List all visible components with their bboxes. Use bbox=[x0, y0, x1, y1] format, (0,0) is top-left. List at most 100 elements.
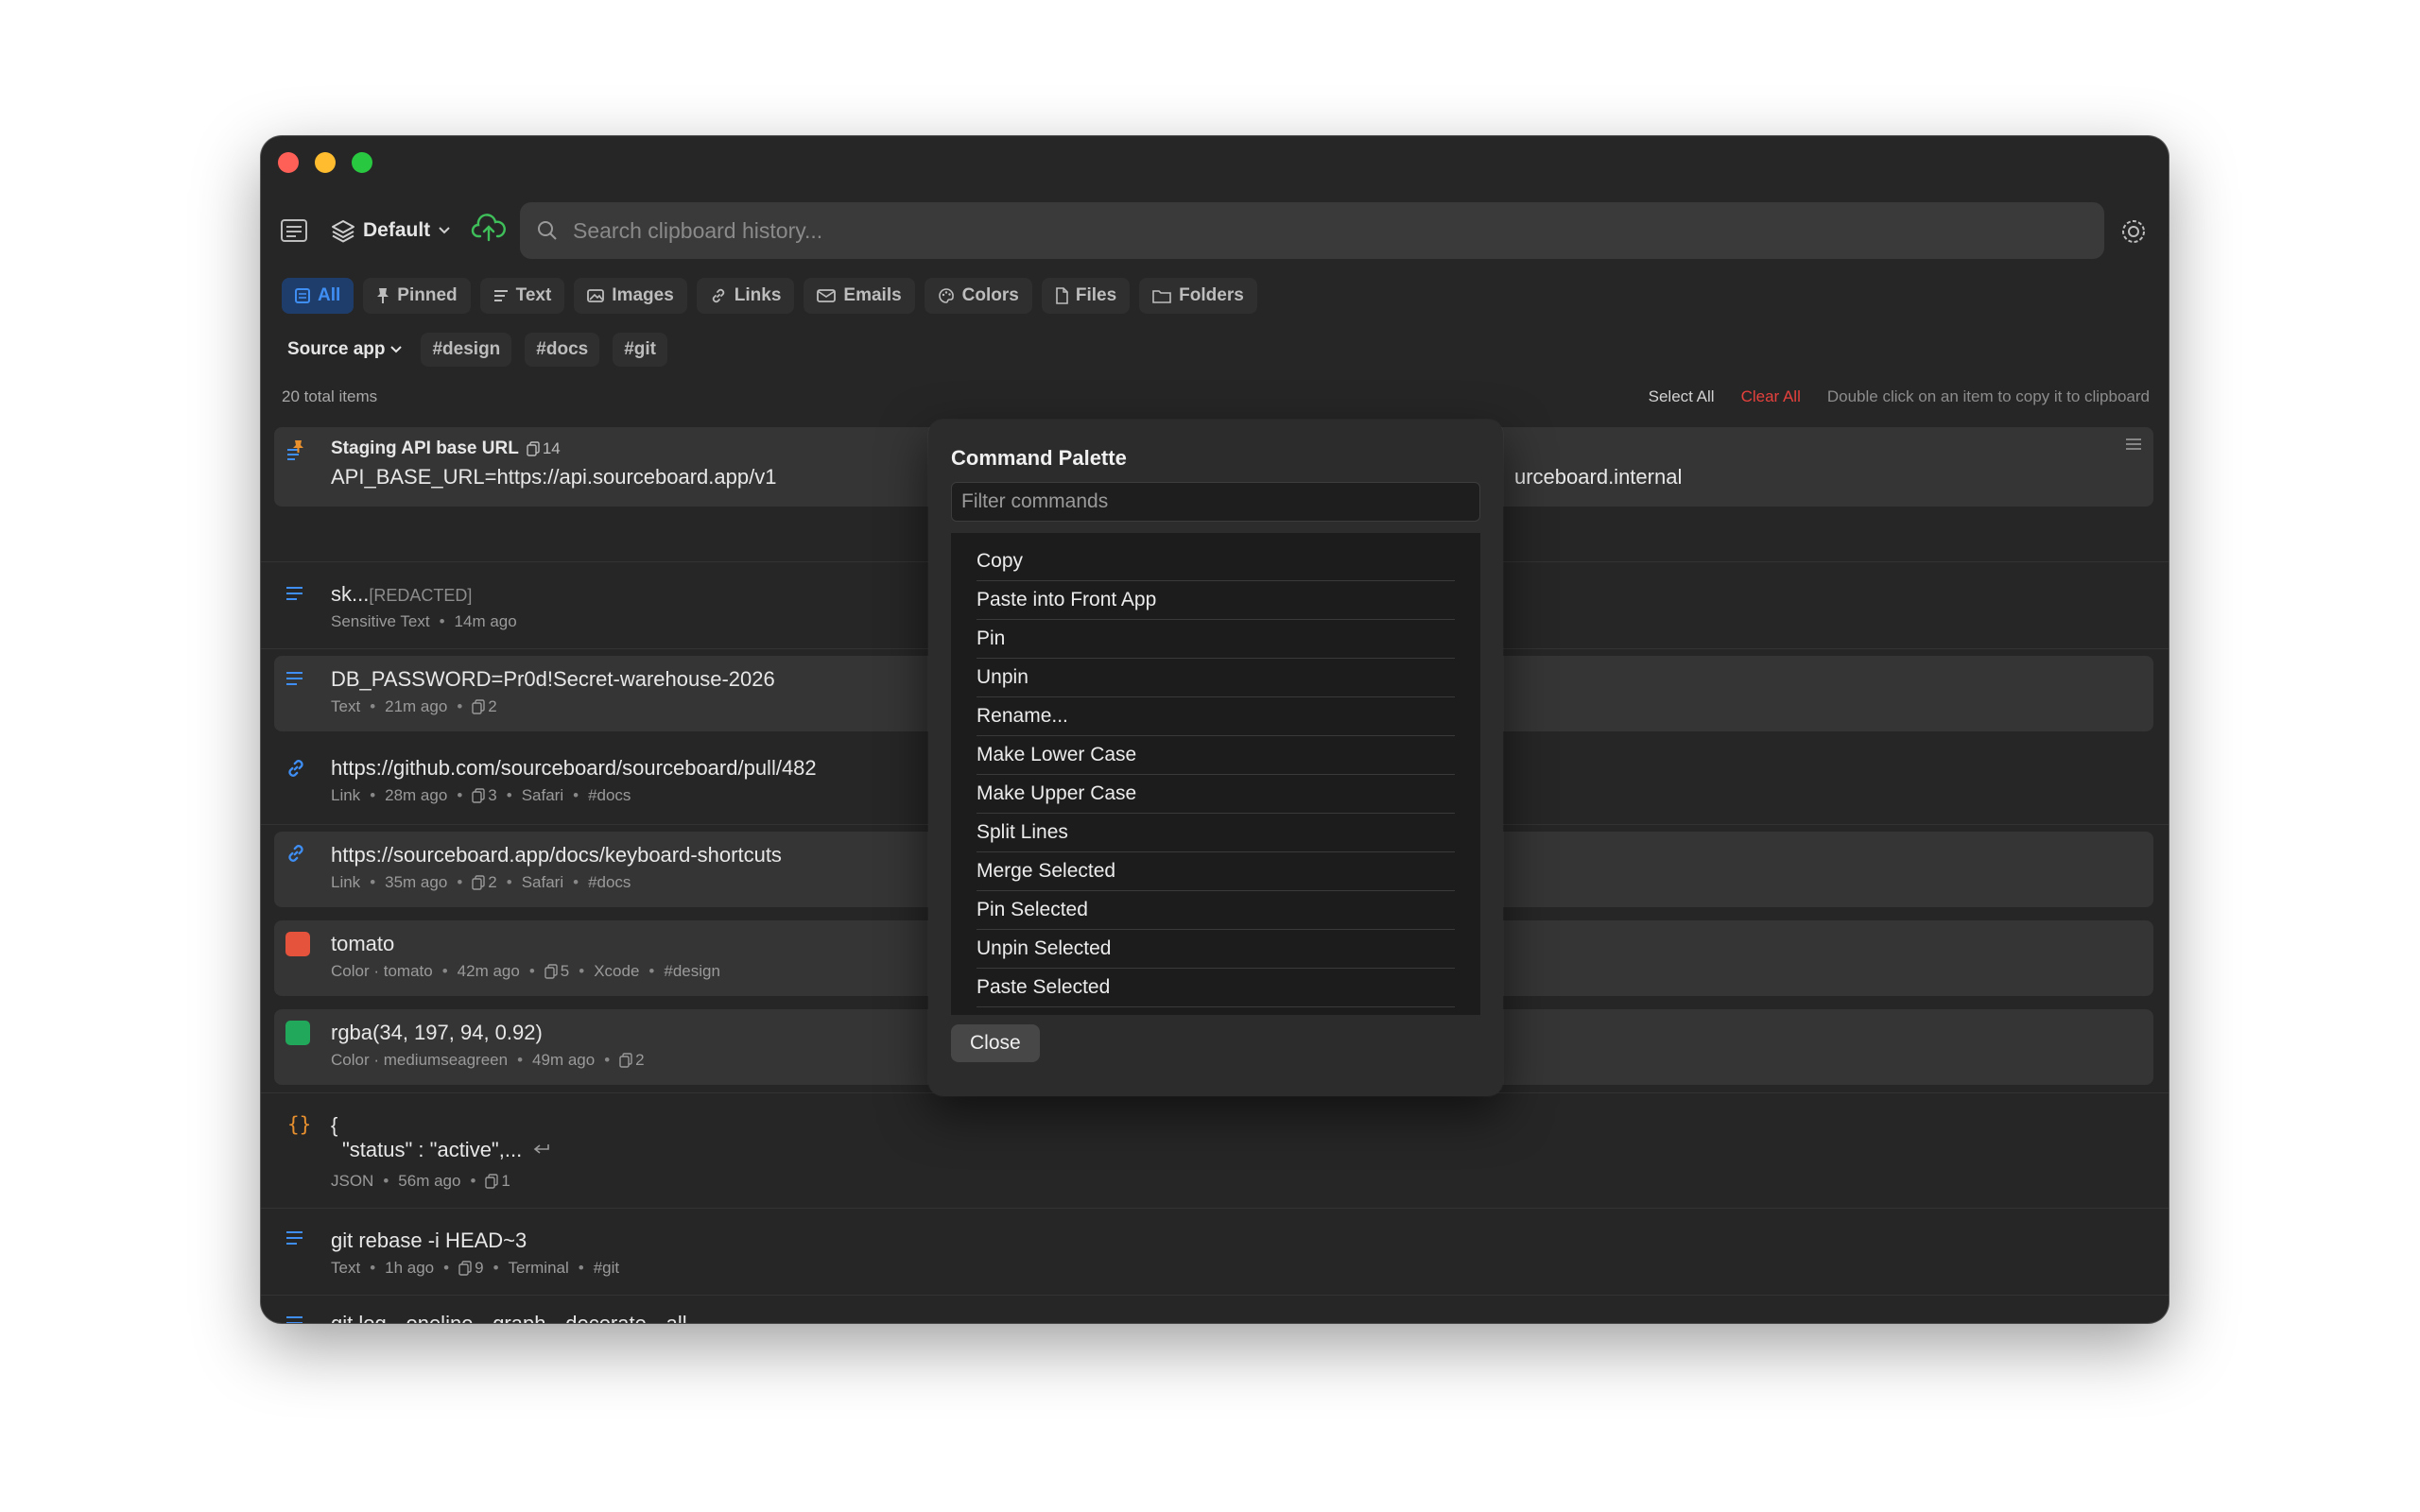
item-type: Text bbox=[331, 697, 361, 715]
item-tag: #docs bbox=[588, 873, 631, 891]
tab-label: Colors bbox=[961, 285, 1019, 305]
copy-icon bbox=[472, 875, 485, 890]
stack-icon bbox=[331, 218, 355, 243]
title-bar bbox=[261, 136, 2169, 191]
item-time: 49m ago bbox=[532, 1051, 596, 1069]
tab-images[interactable]: Images bbox=[574, 278, 687, 314]
close-window-button[interactable] bbox=[278, 152, 299, 173]
minimize-window-button[interactable] bbox=[315, 152, 336, 173]
source-app: Terminal bbox=[508, 1259, 569, 1277]
filter-commands-field[interactable] bbox=[951, 482, 1480, 522]
item-title: DB_PASSWORD=Pr0d!Secret-warehouse-2026 bbox=[331, 667, 775, 691]
copy-icon bbox=[527, 441, 540, 456]
profile-name: Default bbox=[363, 219, 431, 241]
filter-commands-input[interactable] bbox=[952, 483, 1479, 521]
select-all-button[interactable]: Select All bbox=[1649, 387, 1715, 406]
item-meta: Link • 35m ago • 2 • Safari • #docs bbox=[331, 873, 631, 891]
copy-icon bbox=[458, 1261, 472, 1276]
text-icon bbox=[285, 586, 304, 603]
profile-selector[interactable]: Default bbox=[331, 215, 451, 246]
command-paste-selected[interactable]: Paste Selected bbox=[977, 969, 1455, 1007]
link-icon bbox=[285, 843, 306, 864]
item-title: tomato bbox=[331, 932, 395, 955]
item-tag: #docs bbox=[588, 786, 631, 804]
search-input[interactable] bbox=[573, 217, 2085, 244]
tab-files[interactable]: Files bbox=[1041, 278, 1131, 314]
menu-icon[interactable] bbox=[2125, 438, 2142, 450]
list-actions: Select All Clear All Double click on an … bbox=[1649, 387, 2150, 406]
pin-icon bbox=[376, 287, 389, 304]
item-meta: Color · mediumseagreen • 49m ago • 2 bbox=[331, 1051, 645, 1069]
list-item[interactable]: git log --oneline --graph --decorate --a… bbox=[274, 1295, 2153, 1323]
copy-count-value: 9 bbox=[475, 1259, 484, 1277]
sidebar-toggle-icon[interactable] bbox=[280, 217, 308, 244]
tab-folders[interactable]: Folders bbox=[1139, 278, 1257, 314]
tab-label: Links bbox=[734, 285, 782, 305]
command-lower-case[interactable]: Make Lower Case bbox=[977, 736, 1455, 775]
item-meta: Link • 28m ago • 3 • Safari • #docs bbox=[331, 786, 631, 805]
item-type: Color · mediumseagreen bbox=[331, 1051, 509, 1069]
chevron-down-icon bbox=[438, 226, 451, 235]
item-time: 14m ago bbox=[454, 612, 517, 630]
item-tag: #design bbox=[664, 962, 720, 980]
item-type: JSON bbox=[331, 1172, 374, 1190]
settings-gear-icon[interactable] bbox=[2119, 217, 2148, 246]
command-split-lines[interactable]: Split Lines bbox=[977, 814, 1455, 852]
source-app-dropdown[interactable]: Source app bbox=[282, 333, 407, 367]
list-item[interactable]: git rebase -i HEAD~3 Text • 1h ago • 9 • Te… bbox=[274, 1208, 2153, 1295]
color-swatch bbox=[285, 932, 310, 956]
tag-design[interactable]: #design bbox=[421, 333, 512, 367]
command-pin-selected[interactable]: Pin Selected bbox=[977, 891, 1455, 930]
command-rename[interactable]: Rename... bbox=[977, 697, 1455, 736]
item-time: 28m ago bbox=[385, 786, 448, 804]
json-braces-icon: {} bbox=[287, 1113, 312, 1136]
copy-count-value: 2 bbox=[488, 697, 497, 715]
command-unpin[interactable]: Unpin bbox=[977, 659, 1455, 697]
copy-count: 3 bbox=[472, 786, 497, 805]
copy-count-value: 2 bbox=[488, 873, 497, 891]
command-pin[interactable]: Pin bbox=[977, 620, 1455, 659]
tab-label: Files bbox=[1075, 285, 1117, 305]
tag-filters: Source app #design #docs #git bbox=[282, 333, 667, 367]
copy-hint: Double click on an item to copy it to cl… bbox=[1826, 387, 2150, 405]
list-item[interactable]: {} { "status" : "active",... JSON • 56m a… bbox=[274, 1092, 2153, 1208]
link-icon bbox=[285, 758, 306, 779]
item-time: 42m ago bbox=[457, 962, 520, 980]
return-icon bbox=[533, 1143, 550, 1157]
tag-git[interactable]: #git bbox=[613, 333, 667, 367]
clear-all-button[interactable]: Clear All bbox=[1741, 387, 1801, 406]
item-type: Text bbox=[331, 1259, 361, 1277]
command-upper-case[interactable]: Make Upper Case bbox=[977, 775, 1455, 814]
tab-links[interactable]: Links bbox=[696, 278, 795, 314]
close-button[interactable]: Close bbox=[951, 1024, 1040, 1062]
text-icon bbox=[285, 1315, 304, 1323]
item-type: Link bbox=[331, 786, 361, 804]
tab-text[interactable]: Text bbox=[479, 278, 565, 314]
zoom-window-button[interactable] bbox=[352, 152, 372, 173]
tab-emails[interactable]: Emails bbox=[804, 278, 915, 314]
command-unpin-selected[interactable]: Unpin Selected bbox=[977, 930, 1455, 969]
item-title: git log --oneline --graph --decorate --a… bbox=[331, 1312, 687, 1323]
item-meta: JSON • 56m ago • 1 bbox=[331, 1172, 510, 1190]
item-tag: #git bbox=[593, 1259, 620, 1277]
copy-count-value: 5 bbox=[560, 962, 570, 980]
search-bar[interactable] bbox=[520, 202, 2104, 259]
tab-colors[interactable]: Colors bbox=[924, 278, 1032, 314]
item-title: https://sourceboard.app/docs/keyboard-sh… bbox=[331, 843, 782, 867]
tag-docs[interactable]: #docs bbox=[525, 333, 600, 367]
command-copy[interactable]: Copy bbox=[977, 542, 1455, 581]
command-paste-front-app[interactable]: Paste into Front App bbox=[977, 581, 1455, 620]
command-palette: Command Palette Copy Paste into Front Ap… bbox=[928, 420, 1503, 1096]
item-title: { bbox=[331, 1113, 338, 1137]
tab-all[interactable]: All bbox=[282, 278, 354, 314]
item-name: sk... bbox=[331, 582, 370, 606]
source-app: Safari bbox=[521, 873, 564, 891]
command-merge-selected[interactable]: Merge Selected bbox=[977, 852, 1455, 891]
item-title-line2: "status" : "active",... bbox=[342, 1138, 550, 1162]
tab-label: Images bbox=[612, 285, 674, 305]
item-name: Staging API base URL bbox=[331, 438, 519, 458]
cloud-sync-icon[interactable] bbox=[471, 214, 507, 244]
tab-label: Folders bbox=[1179, 285, 1244, 305]
copy-count: 14 bbox=[527, 439, 561, 458]
tab-pinned[interactable]: Pinned bbox=[363, 278, 471, 314]
